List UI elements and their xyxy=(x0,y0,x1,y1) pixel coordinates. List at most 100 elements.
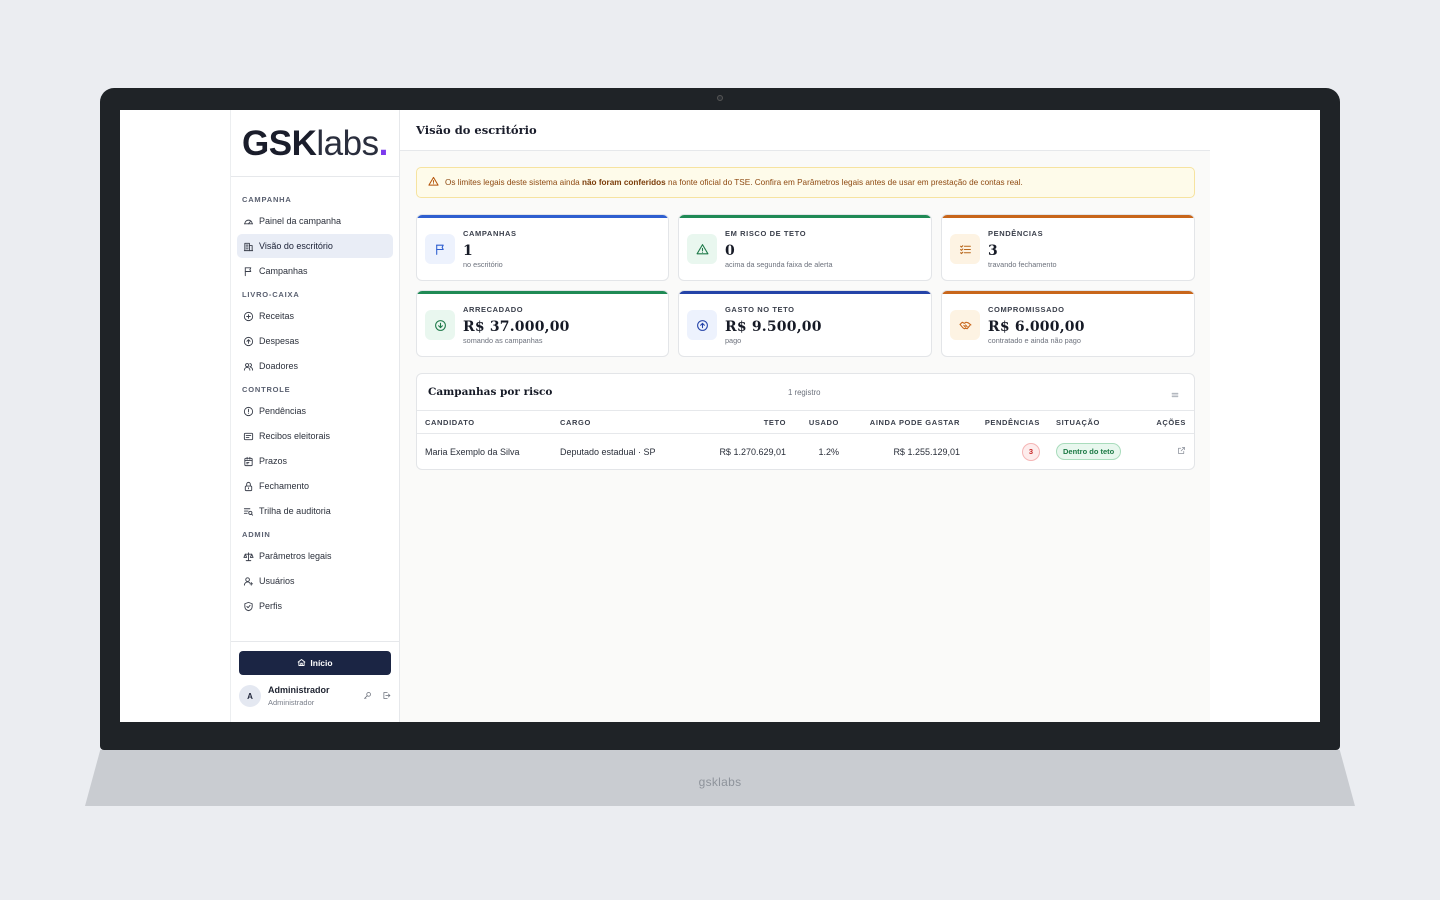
record-count: 1 registro xyxy=(788,388,821,397)
alert-text: Os limites legais deste sistema ainda nã… xyxy=(445,178,1023,187)
arrow-down-circle-icon xyxy=(425,310,455,340)
col-usado[interactable]: USADO xyxy=(809,418,839,427)
users-icon xyxy=(242,360,254,372)
flag-icon xyxy=(425,234,455,264)
col-situacao[interactable]: SITUAÇÃO xyxy=(1056,418,1100,427)
col-teto[interactable]: TETO xyxy=(764,418,786,427)
col-ainda-pode-gastar[interactable]: AINDA PODE GASTAR xyxy=(870,418,960,427)
stat-card-pendencias[interactable]: PENDÊNCIAS 3 travando fechamento xyxy=(941,214,1195,281)
sidebar-item-label: Despesas xyxy=(259,336,300,346)
app-window: GSKlabs. CAMPANHA Painel da campanha Visão… xyxy=(230,110,1210,722)
stat-value: 1 xyxy=(463,243,473,259)
shield-check-icon xyxy=(242,600,254,612)
sidebar-item-label: Receitas xyxy=(259,311,295,321)
stat-card-gasto-no-teto[interactable]: GASTO NO TETO R$ 9.500,00 pago xyxy=(678,290,932,357)
list-search-icon xyxy=(242,505,254,517)
circle-plus-icon xyxy=(242,310,254,322)
alert-text-bold: não foram conferidos xyxy=(581,178,666,187)
building-icon xyxy=(242,240,254,252)
sidebar-item-painel-da-campanha[interactable]: Painel da campanha xyxy=(237,209,393,233)
stat-label: ARRECADADO xyxy=(463,305,524,314)
user-role: Administrador xyxy=(268,698,315,707)
campaigns-risk-table: Campanhas por risco 1 registro CANDIDATO… xyxy=(416,373,1195,470)
stat-label: CAMPANHAS xyxy=(463,229,517,238)
user-actions xyxy=(363,687,391,705)
sidebar-item-perfis[interactable]: Perfis xyxy=(237,594,393,618)
sidebar-item-prazos[interactable]: Prazos xyxy=(237,449,393,473)
flag-icon xyxy=(242,265,254,277)
stat-value: 0 xyxy=(725,243,735,259)
table-header: Campanhas por risco 1 registro xyxy=(417,374,1194,411)
logo[interactable]: GSKlabs. xyxy=(231,110,399,177)
stat-value: R$ 37.000,00 xyxy=(463,319,570,335)
sidebar: GSKlabs. CAMPANHA Painel da campanha Visão… xyxy=(231,110,400,722)
stat-label: EM RISCO DE TETO xyxy=(725,229,807,238)
col-cargo[interactable]: CARGO xyxy=(560,418,591,427)
nav-section-title: CAMPANHA xyxy=(242,195,292,204)
user-row: A Administrador Administrador xyxy=(239,685,391,707)
lock-icon xyxy=(242,480,254,492)
sidebar-item-despesas[interactable]: Despesas xyxy=(237,329,393,353)
stat-subtitle: pago xyxy=(725,336,742,345)
sidebar-item-fechamento[interactable]: Fechamento xyxy=(237,474,393,498)
sidebar-item-label: Recibos eleitorais xyxy=(259,431,331,441)
sidebar-item-trilha-de-auditoria[interactable]: Trilha de auditoria xyxy=(237,499,393,523)
cell-cargo: Deputado estadual · SP xyxy=(560,446,656,457)
sidebar-item-label: Pendências xyxy=(259,406,307,416)
pendencias-badge[interactable]: 3 xyxy=(1022,442,1040,461)
status-badge: Dentro do teto xyxy=(1056,443,1122,460)
sidebar-item-pendencias[interactable]: Pendências xyxy=(237,399,393,423)
home-button-label: Início xyxy=(310,658,333,668)
warning-triangle-icon xyxy=(428,176,445,189)
logout-icon[interactable] xyxy=(382,687,391,705)
gauge-icon xyxy=(242,215,254,227)
user-info: Administrador Administrador xyxy=(268,685,363,707)
cell-ainda-pode-gastar: R$ 1.255.129,01 xyxy=(893,446,960,457)
external-link-icon[interactable] xyxy=(1177,446,1186,457)
receipt-icon xyxy=(242,430,254,442)
stat-card-body: EM RISCO DE TETO 0 acima da segunda faixa … xyxy=(725,229,833,280)
avatar[interactable]: A xyxy=(239,685,261,707)
menu-icon[interactable] xyxy=(1170,387,1180,405)
sidebar-item-parametros-legais[interactable]: Parâmetros legais xyxy=(237,544,393,568)
table-row[interactable]: Maria Exemplo da Silva Deputado estadual… xyxy=(417,434,1194,469)
stat-subtitle: no escritório xyxy=(463,260,503,269)
key-icon[interactable] xyxy=(363,687,372,705)
sidebar-item-doadores[interactable]: Doadores xyxy=(237,354,393,378)
device-brand-label: gsklabs xyxy=(698,775,742,789)
stat-card-body: GASTO NO TETO R$ 9.500,00 pago xyxy=(725,305,822,356)
stat-value: R$ 6.000,00 xyxy=(988,319,1085,335)
stat-subtitle: contratado e ainda não pago xyxy=(988,336,1081,345)
home-button[interactable]: Início xyxy=(239,651,391,675)
alert-circle-icon xyxy=(242,405,254,417)
topbar: Visão do escritório xyxy=(400,110,1210,151)
sidebar-item-label: Trilha de auditoria xyxy=(259,506,331,516)
stat-subtitle: travando fechamento xyxy=(988,260,1057,269)
sidebar-item-label: Prazos xyxy=(259,456,288,466)
sidebar-item-label: Fechamento xyxy=(259,481,310,491)
arrow-up-circle-icon xyxy=(687,310,717,340)
sidebar-item-label: Perfis xyxy=(259,601,283,611)
sidebar-item-campanhas[interactable]: Campanhas xyxy=(237,259,393,283)
cell-situacao: Dentro do teto xyxy=(1056,443,1122,460)
stat-card-body: PENDÊNCIAS 3 travando fechamento xyxy=(988,229,1057,280)
legal-limits-alert: Os limites legais deste sistema ainda nã… xyxy=(416,167,1195,198)
sidebar-item-visao-do-escritorio[interactable]: Visão do escritório xyxy=(237,234,393,258)
stat-card-compromissado[interactable]: COMPROMISSADO R$ 6.000,00 contratado e ain… xyxy=(941,290,1195,357)
alert-text-before: Os limites legais deste sistema ainda xyxy=(445,178,582,187)
stat-label: GASTO NO TETO xyxy=(725,305,795,314)
sidebar-item-usuarios[interactable]: Usuários xyxy=(237,569,393,593)
stat-card-arrecadado[interactable]: ARRECADADO R$ 37.000,00 somando as campanh… xyxy=(416,290,669,357)
col-candidato[interactable]: CANDIDATO xyxy=(425,418,475,427)
stat-card-campanhas[interactable]: CAMPANHAS 1 no escritório xyxy=(416,214,669,281)
handshake-icon xyxy=(950,310,980,340)
stat-label: PENDÊNCIAS xyxy=(988,229,1044,238)
cell-candidato: Maria Exemplo da Silva xyxy=(425,446,520,457)
sidebar-item-receitas[interactable]: Receitas xyxy=(237,304,393,328)
stat-card-em-risco-de-teto[interactable]: EM RISCO DE TETO 0 acima da segunda faixa … xyxy=(678,214,932,281)
sidebar-item-recibos-eleitorais[interactable]: Recibos eleitorais xyxy=(237,424,393,448)
warning-triangle-icon xyxy=(687,234,717,264)
col-pendencias[interactable]: PENDÊNCIAS xyxy=(985,418,1040,427)
logo-text-light: labs xyxy=(316,124,379,163)
stat-value: R$ 9.500,00 xyxy=(725,319,822,335)
